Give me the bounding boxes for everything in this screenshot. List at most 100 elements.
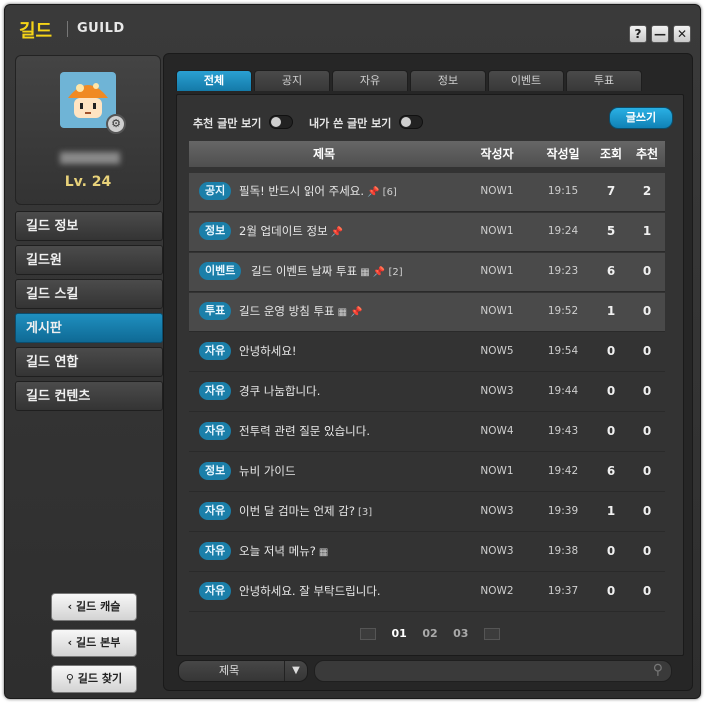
column-views[interactable]: 조회 [593, 141, 629, 167]
sidebar-item-contents[interactable]: 길드 컨텐츠 [15, 381, 163, 411]
sidebar-item-alliance[interactable]: 길드 연합 [15, 347, 163, 377]
find-guild-label: 길드 찾기 [77, 672, 123, 685]
category-badge: 정보 [199, 222, 232, 240]
guild-hq-label: 길드 본부 [76, 636, 121, 649]
column-date[interactable]: 작성일 [533, 141, 593, 167]
post-views: 1 [606, 504, 616, 518]
post-title-text: 안녕하세요. 잘 부탁드립니다. [239, 584, 381, 598]
column-likes[interactable]: 추천 [629, 141, 665, 167]
post-title-text: 이번 달 검마는 언제 감? [239, 504, 355, 518]
search-input[interactable]: ⚲ [314, 660, 672, 682]
table-row[interactable]: 자유 오늘 저녁 메뉴? ▦ NOW3 19:38 0 0 [189, 533, 665, 572]
table-row[interactable]: 자유 전투력 관련 질문 있습니다. NOW4 19:43 0 0 [189, 413, 665, 452]
pin-icon: 📌 [330, 227, 344, 238]
page-link[interactable]: 02 [422, 627, 437, 640]
post-time: 19:37 [547, 585, 579, 597]
post-title[interactable]: 뉴비 가이드 [239, 463, 299, 479]
post-title[interactable]: 전투력 관련 질문 있습니다. [239, 423, 373, 439]
post-title[interactable]: 안녕하세요. 잘 부탁드립니다. [239, 583, 384, 599]
post-likes: 0 [642, 264, 652, 278]
post-author: NOW4 [480, 425, 514, 437]
recommended-only-toggle[interactable] [269, 115, 293, 129]
column-author[interactable]: 작성자 [467, 141, 527, 167]
post-likes: 0 [642, 344, 652, 358]
sidebar-item-members[interactable]: 길드원 [15, 245, 163, 275]
post-views: 0 [606, 344, 616, 358]
category-badge: 자유 [199, 422, 232, 440]
post-likes: 0 [642, 304, 652, 318]
pagination: 01 02 03 [177, 627, 683, 641]
gear-icon[interactable]: ⚙ [106, 114, 126, 134]
post-title[interactable]: 2월 업데이트 정보 📌 [239, 223, 343, 239]
my-posts-only-toggle[interactable] [399, 115, 423, 129]
board-content: 추천 글만 보기 내가 쓴 글만 보기 글쓰기 제목 작성자 작성일 조회 추천… [176, 94, 684, 656]
post-title[interactable]: 길드 이벤트 날짜 투표 ▦ 📌 [2] [251, 263, 403, 279]
page-link[interactable]: 01 [392, 627, 407, 640]
search-type-value: 제목 [219, 664, 240, 677]
table-row[interactable]: 자유 경쿠 나눔합니다. NOW3 19:44 0 0 [189, 373, 665, 412]
post-time: 19:44 [547, 385, 579, 397]
tab-all[interactable]: 전체 [176, 70, 252, 91]
sidebar-item-board[interactable]: 게시판 [15, 313, 163, 343]
post-title[interactable]: 필독! 반드시 읽어 주세요. 📌 [6] [239, 183, 397, 199]
recommended-only-label: 추천 글만 보기 [193, 117, 262, 130]
category-badge: 투표 [199, 302, 232, 320]
post-author: NOW1 [480, 305, 514, 317]
post-time: 19:39 [547, 505, 579, 517]
post-views: 5 [606, 224, 616, 238]
sidebar-item-skills[interactable]: 길드 스킬 [15, 279, 163, 309]
prev-page-button[interactable] [360, 628, 377, 640]
post-views: 7 [606, 184, 616, 198]
table-row[interactable]: 자유 안녕하세요. 잘 부탁드립니다. NOW2 19:37 0 0 [189, 573, 665, 612]
sidebar-item-guild-info[interactable]: 길드 정보 [15, 211, 163, 241]
post-title[interactable]: 길드 운영 방침 투표 ▦ 📌 [239, 303, 363, 319]
title-bar[interactable]: 길드 GUILD ? — ✕ [5, 5, 700, 53]
post-author: NOW1 [480, 265, 514, 277]
guild-castle-label: 길드 캐슬 [76, 600, 121, 613]
tab-vote[interactable]: 투표 [566, 70, 642, 91]
post-time: 19:24 [547, 225, 579, 237]
table-row[interactable]: 이벤트 길드 이벤트 날짜 투표 ▦ 📌 [2] NOW1 19:23 6 0 [189, 253, 665, 292]
table-row[interactable]: 정보 뉴비 가이드 NOW1 19:42 6 0 [189, 453, 665, 492]
table-row[interactable]: 투표 길드 운영 방침 투표 ▦ 📌 NOW1 19:52 1 0 [189, 293, 665, 332]
search-icon[interactable]: ⚲ [653, 662, 663, 678]
tab-info[interactable]: 정보 [410, 70, 486, 91]
post-likes: 0 [642, 384, 652, 398]
post-title[interactable]: 이번 달 검마는 언제 감? [3] [239, 503, 372, 519]
close-button[interactable]: ✕ [673, 25, 691, 43]
help-button[interactable]: ? [629, 25, 647, 43]
post-time: 19:54 [547, 345, 579, 357]
tab-notice[interactable]: 공지 [254, 70, 330, 91]
post-title[interactable]: 안녕하세요! [239, 343, 300, 359]
table-row[interactable]: 공지 필독! 반드시 읽어 주세요. 📌 [6] NOW1 19:15 7 2 [189, 173, 665, 212]
chevron-down-icon[interactable]: ▼ [284, 661, 307, 681]
minimize-button[interactable]: — [651, 25, 669, 43]
guild-name-blurred [60, 152, 120, 164]
table-row[interactable]: 정보 2월 업데이트 정보 📌 NOW1 19:24 5 1 [189, 213, 665, 252]
table-row[interactable]: 자유 안녕하세요! NOW5 19:54 0 0 [189, 333, 665, 372]
search-type-select[interactable]: 제목 ▼ [178, 660, 308, 682]
guild-level: Lv. 24 [64, 174, 112, 190]
category-badge: 자유 [199, 582, 232, 600]
post-title[interactable]: 경쿠 나눔합니다. [239, 383, 323, 399]
post-likes: 0 [642, 464, 652, 478]
tab-event[interactable]: 이벤트 [488, 70, 564, 91]
guild-profile: ⚙ Lv. 24 [15, 55, 161, 205]
guild-hq-button[interactable]: ‹ 길드 본부 [51, 629, 137, 657]
board-panel: 전체 공지 자유 정보 이벤트 투표 추천 글만 보기 내가 쓴 글만 보기 글… [163, 53, 693, 691]
table-row[interactable]: 자유 이번 달 검마는 언제 감? [3] NOW3 19:39 1 0 [189, 493, 665, 532]
post-likes: 0 [642, 504, 652, 518]
guild-window: 길드 GUILD ? — ✕ ⚙ Lv. 24 길드 정보 길드원 길드 스킬 … [4, 4, 701, 699]
post-views: 6 [606, 464, 616, 478]
post-title-text: 뉴비 가이드 [239, 464, 296, 478]
write-post-button[interactable]: 글쓰기 [609, 107, 673, 129]
post-likes: 1 [642, 224, 652, 238]
page-link[interactable]: 03 [453, 627, 468, 640]
find-guild-button[interactable]: ⚲ 길드 찾기 [51, 665, 137, 693]
next-page-button[interactable] [483, 628, 500, 640]
tab-free[interactable]: 자유 [332, 70, 408, 91]
post-title[interactable]: 오늘 저녁 메뉴? ▦ [239, 543, 328, 559]
column-title[interactable]: 제목 [189, 141, 459, 167]
guild-castle-button[interactable]: ‹ 길드 캐슬 [51, 593, 137, 621]
post-likes: 0 [642, 424, 652, 438]
